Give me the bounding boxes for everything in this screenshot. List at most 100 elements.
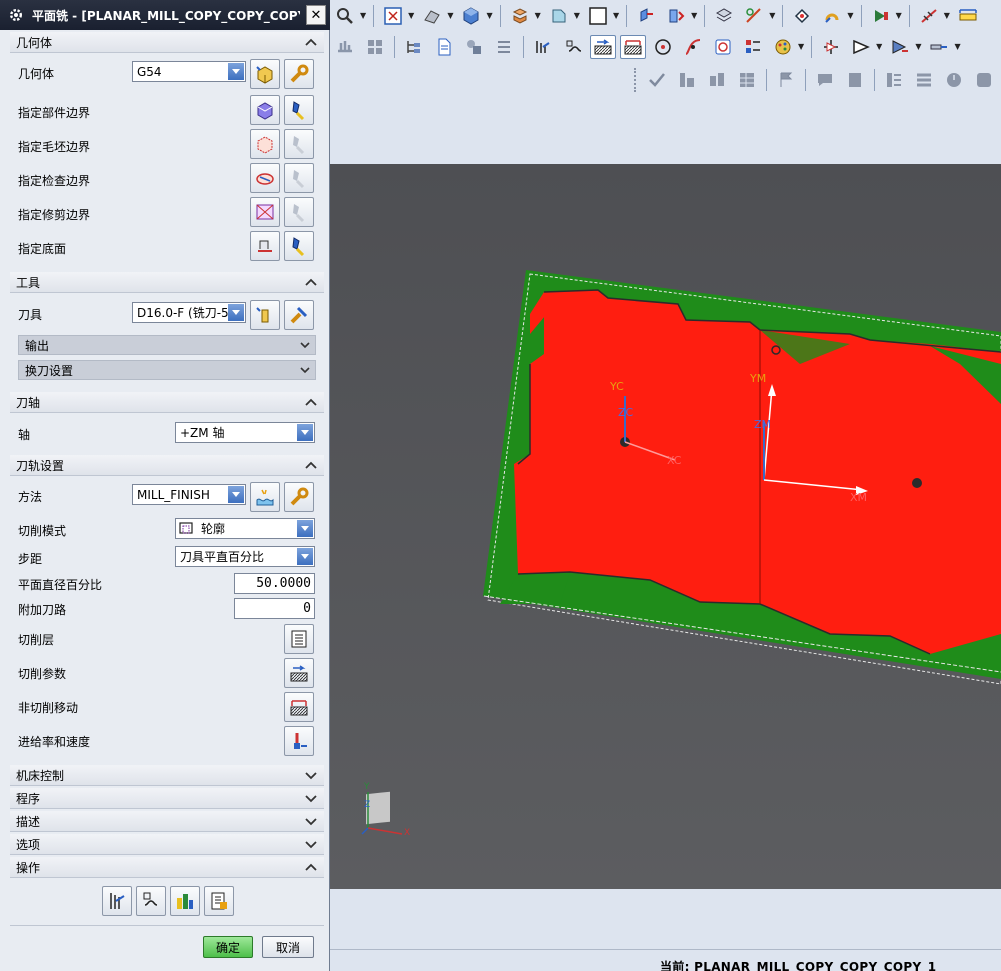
extra-passes-input[interactable]: 0 [234,598,315,619]
dimension-icon[interactable] [916,4,942,28]
cube-icon[interactable] [458,4,484,28]
output-icon[interactable] [887,35,913,59]
verify-icon[interactable] [710,35,736,59]
check-boundary-display-button[interactable] [284,163,314,193]
section-program-header[interactable]: 程序 [10,788,324,809]
percent-input[interactable]: 50.0000 [234,573,315,594]
tool-icon[interactable] [560,35,586,59]
section-options-header[interactable]: 选项 [10,834,324,855]
list-button[interactable] [204,886,234,916]
zoom-icon[interactable] [332,4,358,28]
non-cut-button[interactable] [284,692,314,722]
message-icon[interactable] [812,68,838,92]
trim-boundary-display-button[interactable] [284,197,314,227]
edit-method-button[interactable] [284,482,314,512]
list-grey-icon[interactable] [881,68,907,92]
revolve-icon[interactable] [663,4,689,28]
layer-icon[interactable] [507,4,533,28]
section-description-header[interactable]: 描述 [10,811,324,832]
group-icon[interactable] [704,68,730,92]
triad-y-label: Y [364,782,370,792]
section-machine-header[interactable]: 机床控制 [10,765,324,786]
chevron-up-icon [305,461,317,469]
gear-cut-icon[interactable] [332,35,358,59]
graphics-canvas[interactable]: YC ZC XC YM ZM XM Y Z X [330,164,1001,889]
wcs-icon[interactable] [546,4,572,28]
tree-icon[interactable] [401,35,427,59]
create-program-icon[interactable] [530,35,556,59]
stepover-select[interactable]: 刀具平直百分比 [175,546,315,567]
axis-select[interactable]: +ZM 轴 [175,422,315,443]
percent-label: 平面直径百分比 [18,578,103,592]
ok-button[interactable]: 确定 [203,936,253,958]
cut-levels-button[interactable] [284,624,314,654]
target-icon[interactable] [650,35,676,59]
part-boundary-select-button[interactable] [250,95,280,125]
cancel-button[interactable]: 取消 [262,936,314,958]
grid-icon[interactable] [362,35,388,59]
edit-tool-button[interactable] [284,300,314,330]
flag-icon[interactable] [773,68,799,92]
new-tool-button[interactable] [250,300,280,330]
floor-display-button[interactable] [284,231,314,261]
part-boundary-display-button[interactable] [284,95,314,125]
cut-pattern-select[interactable]: 轮廓 [175,518,315,539]
triangle-icon[interactable] [848,35,874,59]
floor-select-button[interactable] [250,231,280,261]
background-icon[interactable] [585,4,611,28]
tree-grey-icon[interactable] [674,68,700,92]
drill-icon[interactable] [926,35,952,59]
new-method-button[interactable] [250,482,280,512]
curve-icon[interactable] [680,35,706,59]
edit-geometry-button[interactable] [284,59,314,89]
non-cut-toolbar-icon[interactable] [620,34,646,59]
section-actions-header[interactable]: 操作 [10,857,324,878]
check-icon[interactable] [644,68,670,92]
list-icon[interactable] [491,35,517,59]
trim-boundary-select-button[interactable] [250,197,280,227]
dialog-titlebar[interactable]: 平面铣 - [PLANAR_MILL_COPY_COPY_COPY_... ✕ [0,0,330,30]
rows-grey-icon[interactable] [911,68,937,92]
shapes-icon[interactable] [461,35,487,59]
close-button[interactable]: ✕ [306,5,326,25]
sheet-icon[interactable] [711,4,737,28]
new-geometry-button[interactable] [250,59,280,89]
generate-button[interactable] [102,886,132,916]
section-axis-header[interactable]: 刀轴 [10,392,324,413]
check-boundary-select-button[interactable] [250,163,280,193]
table-icon[interactable] [734,68,760,92]
tool-change-subsection[interactable]: 换刀设置 [18,360,316,380]
card-icon[interactable] [842,68,868,92]
graphics-viewport[interactable]: YC ZC XC YM ZM XM Y Z X [330,132,1001,889]
ruler-icon[interactable] [955,4,981,28]
document-icon[interactable] [431,35,457,59]
verify-button[interactable] [170,886,200,916]
section-path-header[interactable]: 刀轨设置 [10,455,324,476]
magnet-icon[interactable] [819,4,845,28]
blank-boundary-label: 指定毛坯边界 [18,140,91,154]
blank-boundary-select-button[interactable] [250,129,280,159]
settings-grey-icon[interactable] [971,68,997,92]
palette-icon[interactable] [770,35,796,59]
section-geometry-header[interactable]: 几何体 [10,32,324,53]
blank-boundary-display-button[interactable] [284,129,314,159]
section-tool-header[interactable]: 工具 [10,272,324,293]
geometry-select[interactable]: G54 [132,61,246,82]
post-icon[interactable] [818,35,844,59]
nx-window: ▼ ▼ ▼ ▼ ▼ ▼ ▼ ▼ ▼ ▼ ▼ ▼ ▼ ▼ ▼ ▼ YC ZC XC… [0,0,1001,971]
cut-params-toolbar-icon[interactable] [590,34,616,59]
sketch-icon[interactable] [741,4,767,28]
feeds-button[interactable] [284,726,314,756]
cut-params-button[interactable] [284,658,314,688]
analysis-icon[interactable] [789,4,815,28]
replay-button[interactable] [136,886,166,916]
timer-grey-icon[interactable] [941,68,967,92]
fit-view-icon[interactable] [380,4,406,28]
tool-select[interactable]: D16.0-F (铣刀-5 [132,302,246,323]
play-icon[interactable] [868,4,894,28]
method-select[interactable]: MILL_FINISH [132,484,246,505]
list-color-icon[interactable] [740,35,766,59]
output-subsection[interactable]: 输出 [18,335,316,355]
shaded-view-icon[interactable] [419,4,445,28]
extrude-icon[interactable] [633,4,659,28]
